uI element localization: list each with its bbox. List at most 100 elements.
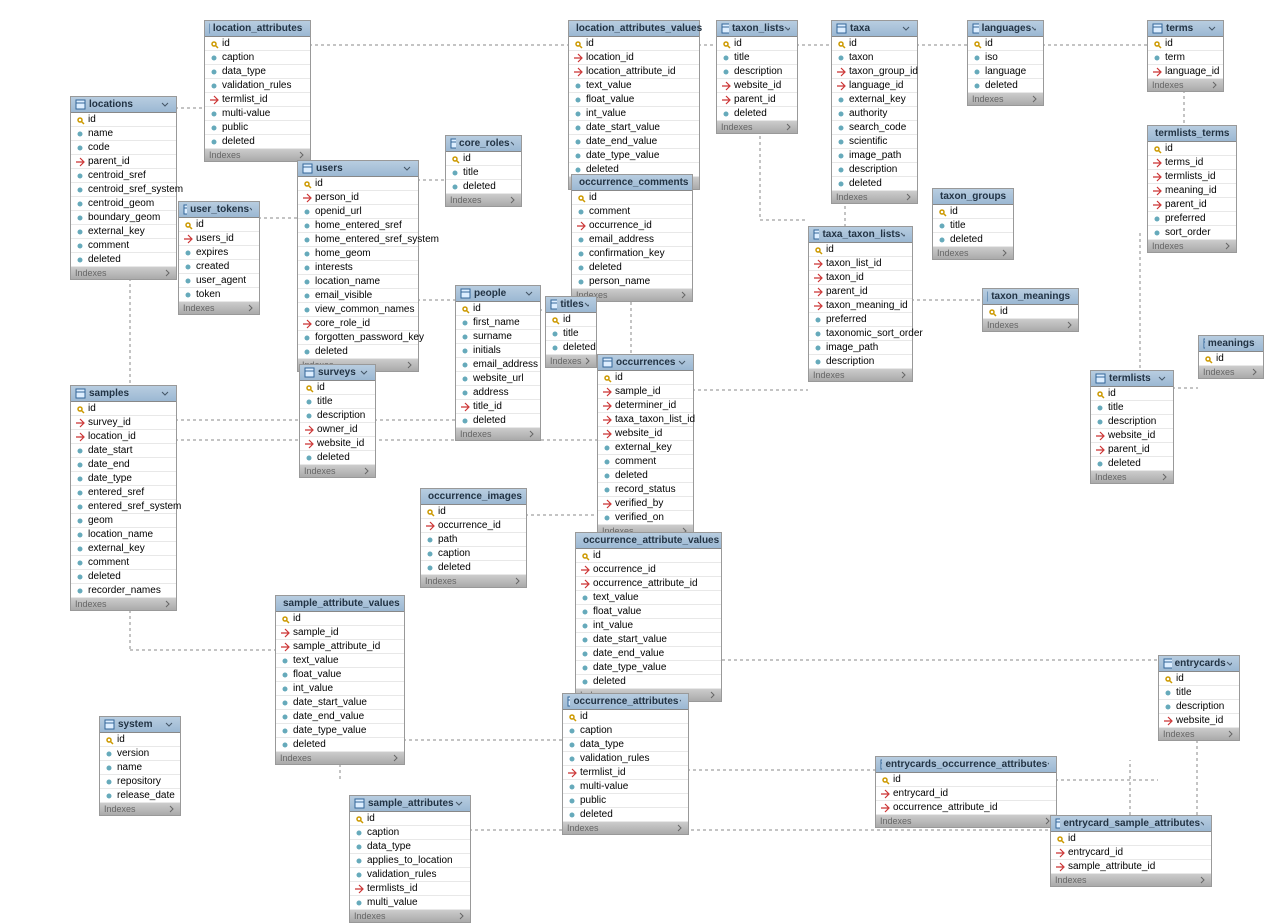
table-footer[interactable]: Indexes <box>1199 366 1263 378</box>
table-entrycards[interactable]: entrycardsidtitledescriptionwebsite_idIn… <box>1158 655 1240 741</box>
column-row[interactable]: parent_id <box>71 155 176 169</box>
column-row[interactable]: caption <box>421 547 526 561</box>
table-footer[interactable]: Indexes <box>1159 728 1239 740</box>
column-row[interactable]: date_start_value <box>569 121 699 135</box>
column-row[interactable]: deleted <box>456 414 540 428</box>
column-row[interactable]: sort_order <box>1148 226 1236 240</box>
table-samples[interactable]: samplesidsurvey_idlocation_iddate_startd… <box>70 385 177 611</box>
table-header[interactable]: occurrences <box>598 355 693 371</box>
column-row[interactable]: taxonomic_sort_order <box>809 327 912 341</box>
column-row[interactable]: id <box>71 113 176 127</box>
table-header[interactable]: entrycards_occurrence_attributes <box>876 757 1056 773</box>
column-row[interactable]: id <box>809 243 912 257</box>
column-row[interactable]: location_name <box>298 275 418 289</box>
column-row[interactable]: id <box>598 371 693 385</box>
column-row[interactable]: deleted <box>576 675 721 689</box>
column-row[interactable]: public <box>563 794 688 808</box>
table-header[interactable]: sample_attributes <box>350 796 470 812</box>
column-row[interactable]: id <box>1199 352 1263 366</box>
column-row[interactable]: id <box>576 549 721 563</box>
column-row[interactable]: termlist_id <box>563 766 688 780</box>
column-row[interactable]: core_role_id <box>298 317 418 331</box>
column-row[interactable]: id <box>456 302 540 316</box>
column-row[interactable]: text_value <box>569 79 699 93</box>
table-footer[interactable]: Indexes <box>71 598 176 610</box>
column-row[interactable]: occurrence_id <box>421 519 526 533</box>
table-header[interactable]: people <box>456 286 540 302</box>
table-footer[interactable]: Indexes <box>1148 240 1236 252</box>
column-row[interactable]: multi-value <box>205 107 310 121</box>
column-row[interactable]: scientific <box>832 135 917 149</box>
table-header[interactable]: taxon_meanings <box>983 289 1078 305</box>
column-row[interactable]: title <box>1159 686 1239 700</box>
table-footer[interactable]: Indexes <box>350 910 470 922</box>
column-row[interactable]: occurrence_id <box>572 219 692 233</box>
column-row[interactable]: id <box>421 505 526 519</box>
table-occurrences[interactable]: occurrencesidsample_iddeterminer_idtaxa_… <box>597 354 694 538</box>
column-row[interactable]: float_value <box>276 668 404 682</box>
column-row[interactable]: entrycard_id <box>1051 846 1211 860</box>
column-row[interactable]: id <box>546 313 596 327</box>
column-row[interactable]: email_visible <box>298 289 418 303</box>
table-header[interactable]: entrycard_sample_attributes <box>1051 816 1211 832</box>
column-row[interactable]: user_agent <box>179 274 259 288</box>
column-row[interactable]: meaning_id <box>1148 184 1236 198</box>
table-taxa[interactable]: taxaidtaxontaxon_group_idlanguage_idexte… <box>831 20 918 204</box>
column-row[interactable]: confirmation_key <box>572 247 692 261</box>
table-location_attributes[interactable]: location_attributesidcaptiondata_typeval… <box>204 20 311 162</box>
table-header[interactable]: taxon_groups <box>933 189 1013 205</box>
column-row[interactable]: deleted <box>421 561 526 575</box>
column-row[interactable]: initials <box>456 344 540 358</box>
column-row[interactable]: boundary_geom <box>71 211 176 225</box>
column-row[interactable]: id <box>446 152 521 166</box>
table-header[interactable]: titles <box>546 297 596 313</box>
column-row[interactable]: text_value <box>576 591 721 605</box>
table-footer[interactable]: Indexes <box>933 247 1013 259</box>
column-row[interactable]: verified_by <box>598 497 693 511</box>
column-row[interactable]: id <box>100 733 180 747</box>
table-termlists[interactable]: termlistsidtitledescriptionwebsite_idpar… <box>1090 370 1174 484</box>
table-taxa_taxon_lists[interactable]: taxa_taxon_listsidtaxon_list_idtaxon_idp… <box>808 226 913 382</box>
column-row[interactable]: deleted <box>1091 457 1173 471</box>
column-row[interactable]: id <box>717 37 797 51</box>
column-row[interactable]: multi-value <box>563 780 688 794</box>
column-row[interactable]: expires <box>179 246 259 260</box>
column-row[interactable]: termlists_id <box>1148 170 1236 184</box>
column-row[interactable]: preferred <box>809 313 912 327</box>
column-row[interactable]: verified_on <box>598 511 693 525</box>
column-row[interactable]: sample_attribute_id <box>1051 860 1211 874</box>
column-row[interactable]: release_date <box>100 789 180 803</box>
table-footer[interactable]: Indexes <box>832 191 917 203</box>
table-header[interactable]: occurrence_attributes <box>563 694 688 710</box>
column-row[interactable]: deleted <box>572 261 692 275</box>
column-row[interactable]: image_path <box>832 149 917 163</box>
column-row[interactable]: centroid_sref <box>71 169 176 183</box>
column-row[interactable]: deleted <box>832 177 917 191</box>
column-row[interactable]: terms_id <box>1148 156 1236 170</box>
column-row[interactable]: geom <box>71 514 176 528</box>
column-row[interactable]: website_id <box>1159 714 1239 728</box>
column-row[interactable]: parent_id <box>717 93 797 107</box>
table-header[interactable]: taxa_taxon_lists <box>809 227 912 243</box>
column-row[interactable]: description <box>809 355 912 369</box>
table-footer[interactable]: Indexes <box>968 93 1043 105</box>
column-row[interactable]: date_start <box>71 444 176 458</box>
table-footer[interactable]: Indexes <box>983 319 1078 331</box>
column-row[interactable]: title <box>446 166 521 180</box>
column-row[interactable]: taxon_list_id <box>809 257 912 271</box>
column-row[interactable]: caption <box>563 724 688 738</box>
column-row[interactable]: taxon_id <box>809 271 912 285</box>
column-row[interactable]: sample_id <box>276 626 404 640</box>
table-header[interactable]: termlists_terms <box>1148 126 1236 142</box>
table-occurrence_attributes[interactable]: occurrence_attributesidcaptiondata_typev… <box>562 693 689 835</box>
column-row[interactable]: date_type_value <box>276 724 404 738</box>
table-occurrence_images[interactable]: occurrence_imagesidoccurrence_idpathcapt… <box>420 488 527 588</box>
column-row[interactable]: description <box>300 409 375 423</box>
table-footer[interactable]: Indexes <box>276 752 404 764</box>
column-row[interactable]: title <box>717 51 797 65</box>
table-users[interactable]: usersidperson_idopenid_urlhome_entered_s… <box>297 160 419 372</box>
table-occurrence_attribute_values[interactable]: occurrence_attribute_valuesidoccurrence_… <box>575 532 722 702</box>
table-footer[interactable]: Indexes <box>456 428 540 440</box>
table-header[interactable]: termlists <box>1091 371 1173 387</box>
column-row[interactable]: validation_rules <box>563 752 688 766</box>
